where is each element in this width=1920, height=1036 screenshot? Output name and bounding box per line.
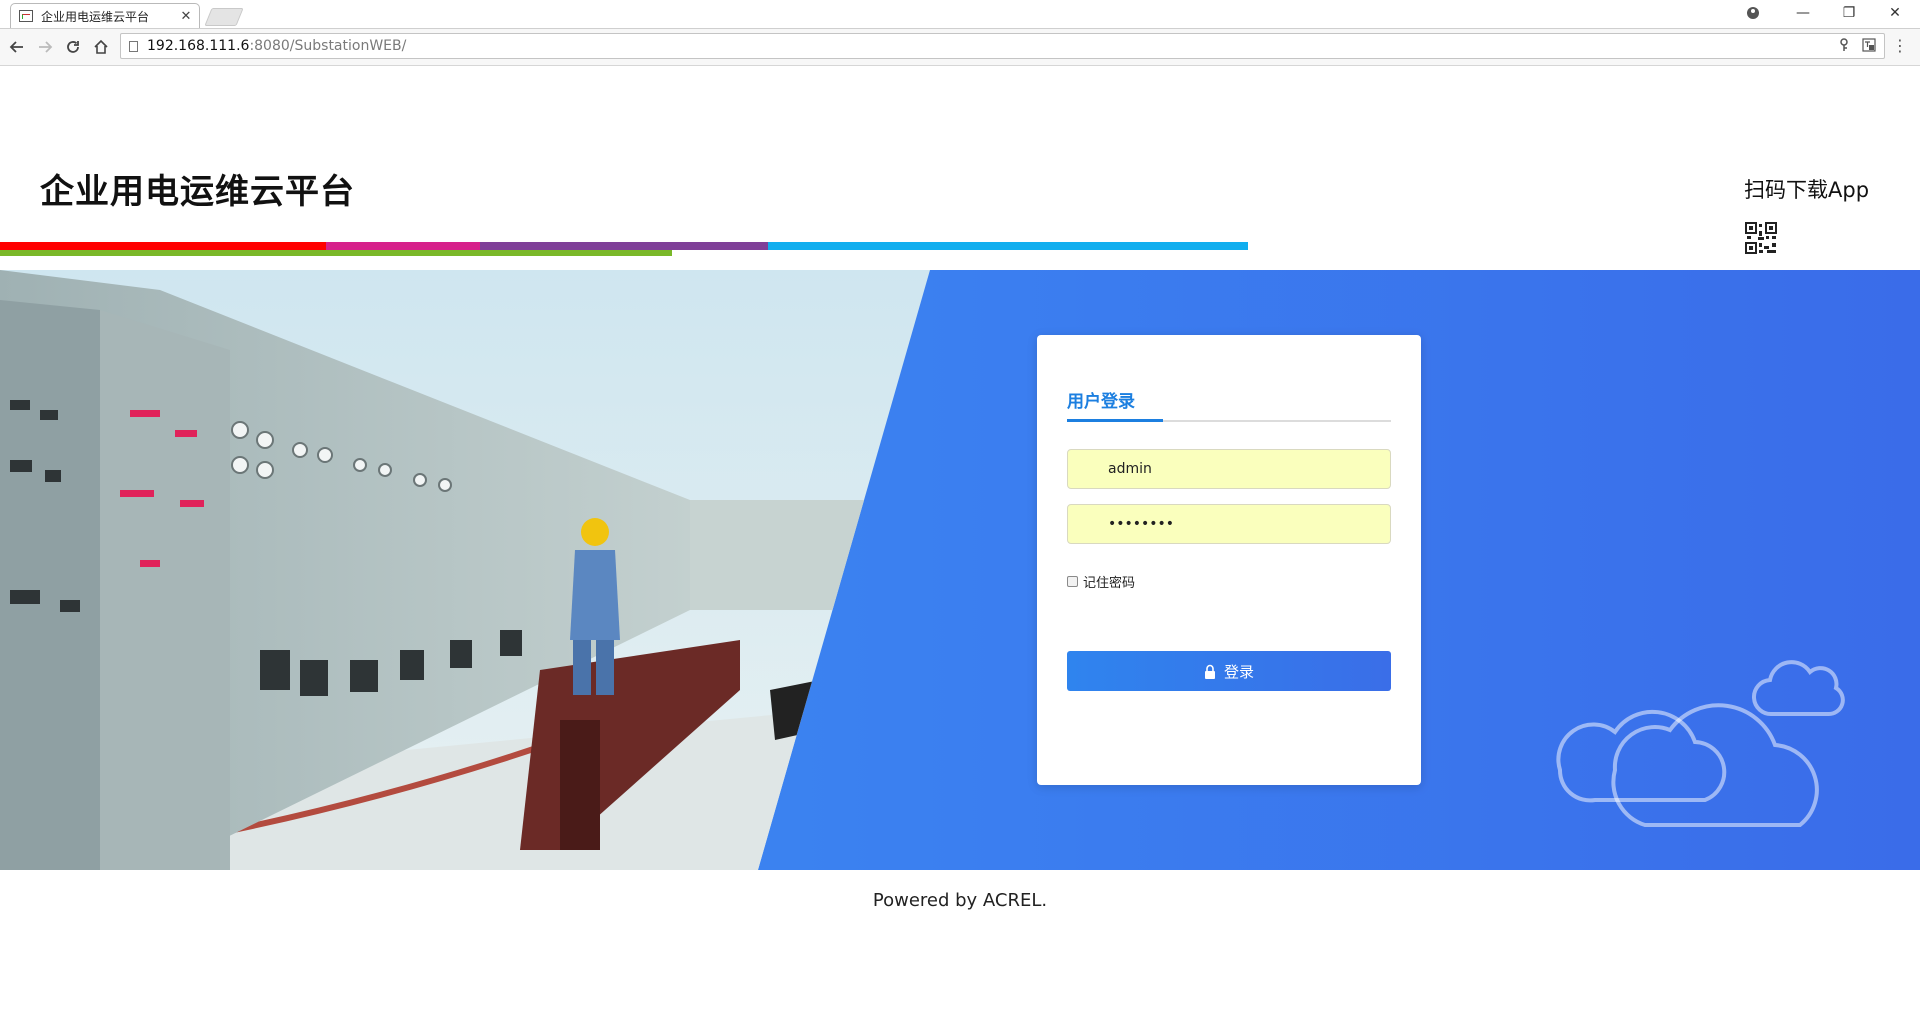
login-button-label: 登录 — [1223, 662, 1254, 681]
account-icon[interactable] — [1736, 2, 1770, 24]
browser-toolbar: 192.168.111.6 :8080/SubstationWEB/ ⋮ — [0, 29, 1920, 66]
tab-title: 企业用电运维云平台 — [41, 9, 150, 24]
forward-button[interactable] — [34, 36, 56, 58]
favicon-icon — [19, 10, 33, 22]
home-button[interactable] — [90, 36, 112, 58]
header-stripe-purple — [480, 242, 768, 250]
remember-password[interactable]: 记住密码 — [1067, 572, 1135, 591]
home-icon — [94, 39, 108, 54]
hero-banner — [0, 270, 1920, 870]
remember-label: 记住密码 — [1083, 576, 1136, 591]
header-stripe-magenta — [326, 242, 480, 250]
username-input[interactable] — [1068, 450, 1390, 488]
tab-close-icon[interactable]: ✕ — [179, 9, 193, 24]
page-info-icon[interactable] — [129, 40, 138, 52]
app-download-label: 扫码下载App — [1744, 178, 1870, 202]
header-stripe-red — [0, 242, 326, 250]
reload-icon — [67, 41, 79, 53]
header-stripe-green — [0, 250, 672, 256]
restore-button[interactable]: ❐ — [1832, 2, 1866, 24]
account-avatar-icon — [1747, 7, 1759, 19]
qr-code-icon[interactable] — [1745, 222, 1777, 254]
arrow-right-icon — [39, 41, 53, 53]
password-input[interactable] — [1068, 505, 1390, 543]
lock-icon — [1204, 664, 1215, 679]
cloud-icon — [1556, 660, 1845, 827]
back-button[interactable] — [6, 36, 28, 58]
arrow-left-icon — [9, 41, 23, 53]
login-button[interactable]: 登录 — [1067, 651, 1391, 691]
browser-menu-button[interactable]: ⋮ — [1892, 38, 1908, 54]
browser-tab[interactable]: 企业用电运维云平台 ✕ — [10, 3, 200, 28]
password-field[interactable] — [1067, 504, 1391, 544]
url-path: :8080/SubstationWEB/ — [249, 38, 407, 54]
address-bar[interactable]: 192.168.111.6 :8080/SubstationWEB/ — [120, 33, 1885, 59]
remember-checkbox[interactable] — [1067, 576, 1078, 587]
control-room-photo — [0, 270, 930, 870]
key-icon[interactable] — [1838, 38, 1850, 52]
close-window-button[interactable]: ✕ — [1878, 2, 1912, 24]
reload-button[interactable] — [62, 36, 84, 58]
url-host: 192.168.111.6 — [147, 38, 250, 54]
new-tab-button[interactable] — [204, 8, 244, 26]
minimize-button[interactable]: — — [1786, 2, 1820, 24]
browser-tab-bar: 企业用电运维云平台 ✕ — ❐ ✕ — [0, 0, 1920, 29]
username-field[interactable] — [1067, 449, 1391, 489]
title-active-underline — [1067, 419, 1163, 422]
address-bar-actions — [1838, 38, 1876, 52]
footer-text: Powered by ACREL. — [872, 890, 1048, 911]
login-title: 用户登录 — [1067, 392, 1135, 412]
header-stripe-cyan — [768, 242, 1248, 250]
login-card: 用户登录 记住密码 登录 — [1037, 335, 1421, 785]
site-title: 企业用电运维云平台 — [40, 172, 355, 212]
translate-icon[interactable] — [1862, 38, 1876, 52]
